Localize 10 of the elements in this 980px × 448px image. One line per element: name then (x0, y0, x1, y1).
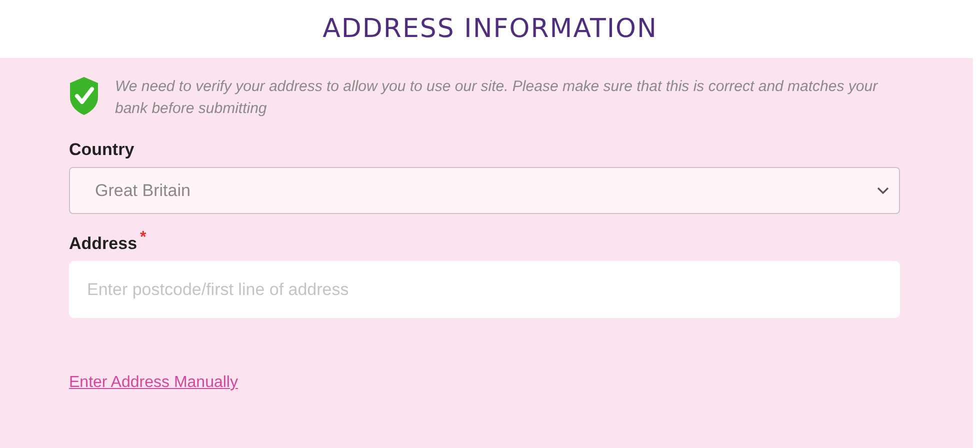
shield-check-icon (69, 76, 99, 116)
page-title: ADDRESS INFORMATION (322, 14, 658, 44)
manual-address-link[interactable]: Enter Address Manually (69, 374, 238, 392)
country-select[interactable]: Great Britain (69, 167, 900, 214)
field-label: Address (69, 234, 138, 254)
field-label: Country (69, 140, 134, 160)
chevron-down-icon (877, 186, 889, 194)
notice-text: We need to verify your address to allow you to use our site. Please make sure that this is correct and matches your bank before submitting (115, 77, 879, 119)
address-field[interactable]: Enter postcode/first line of address (69, 261, 900, 318)
required-mark: * (140, 229, 146, 248)
